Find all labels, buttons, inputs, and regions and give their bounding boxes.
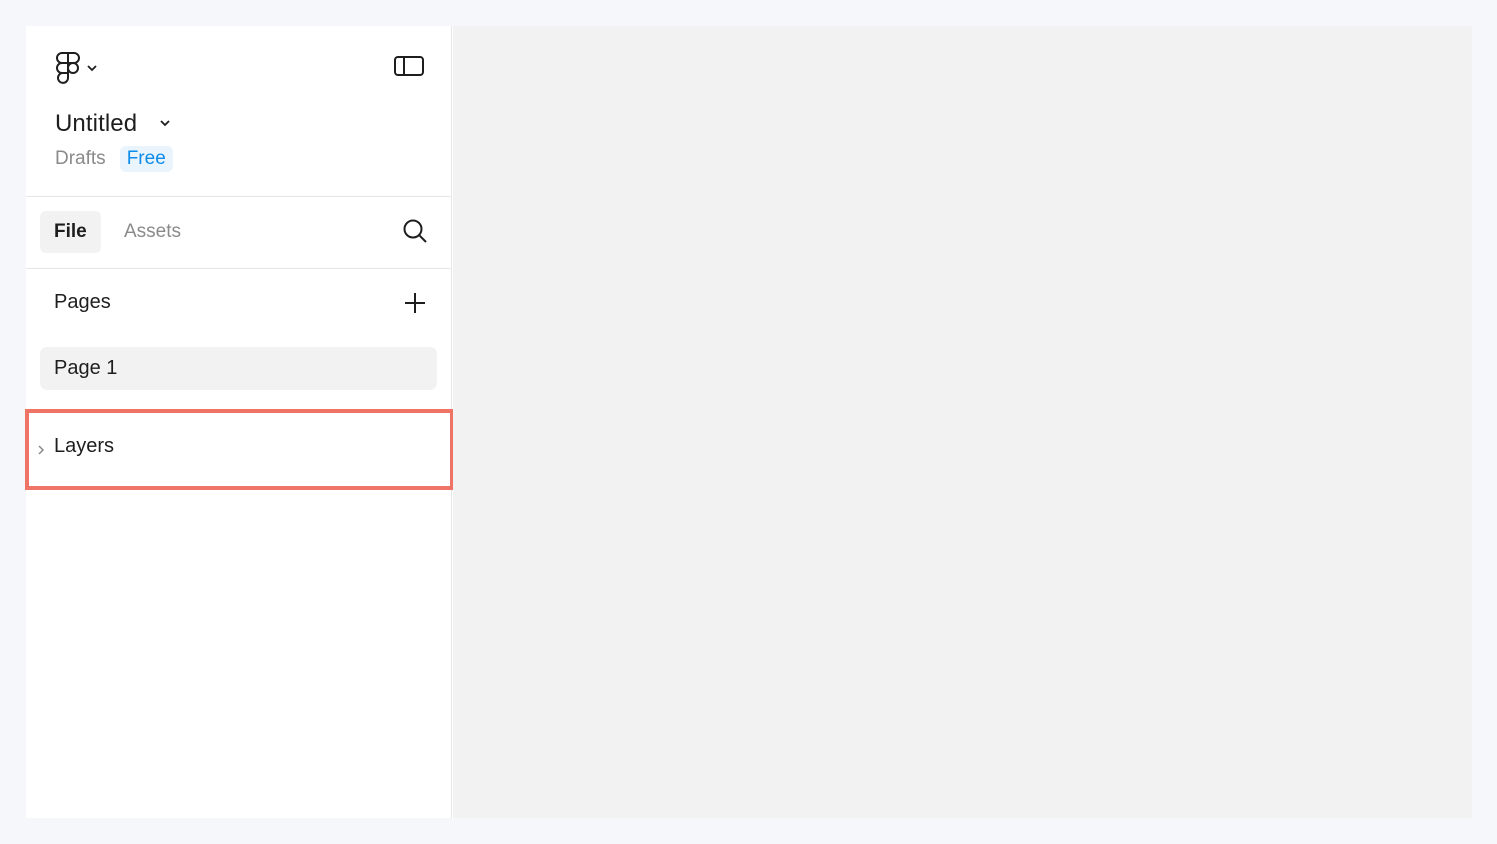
file-location: Drafts Free: [55, 146, 173, 172]
layers-heading: Layers: [54, 435, 115, 457]
pages-heading: Pages: [54, 291, 111, 313]
left-sidebar: Untitled Drafts Free File Assets Pages P…: [25, 26, 454, 818]
plus-icon: [404, 292, 426, 319]
page-item[interactable]: Page 1: [40, 347, 437, 390]
divider: [26, 196, 451, 197]
sidebar-toggle-button[interactable]: [392, 54, 426, 82]
layers-section-header[interactable]: Layers: [26, 413, 447, 486]
divider: [26, 268, 451, 269]
main-menu-button[interactable]: [54, 52, 98, 84]
app-window: Untitled Drafts Free File Assets Pages P…: [25, 26, 1472, 818]
page-item-label: Page 1: [54, 357, 118, 379]
figma-logo-icon: [54, 51, 82, 85]
drafts-link[interactable]: Drafts: [55, 148, 106, 170]
tab-file[interactable]: File: [40, 211, 101, 253]
chevron-down-icon: [159, 115, 171, 133]
chevron-down-icon: [86, 63, 98, 73]
search-icon: [402, 218, 428, 249]
file-title-menu[interactable]: Untitled: [55, 110, 171, 138]
plan-badge[interactable]: Free: [119, 146, 173, 172]
file-title: Untitled: [55, 110, 138, 137]
add-page-button[interactable]: [400, 290, 430, 320]
tab-assets[interactable]: Assets: [110, 211, 195, 253]
search-button[interactable]: [400, 218, 430, 248]
chevron-right-icon: [36, 443, 46, 455]
sidebar-toggle-icon: [393, 54, 425, 83]
design-canvas[interactable]: [453, 26, 1472, 818]
